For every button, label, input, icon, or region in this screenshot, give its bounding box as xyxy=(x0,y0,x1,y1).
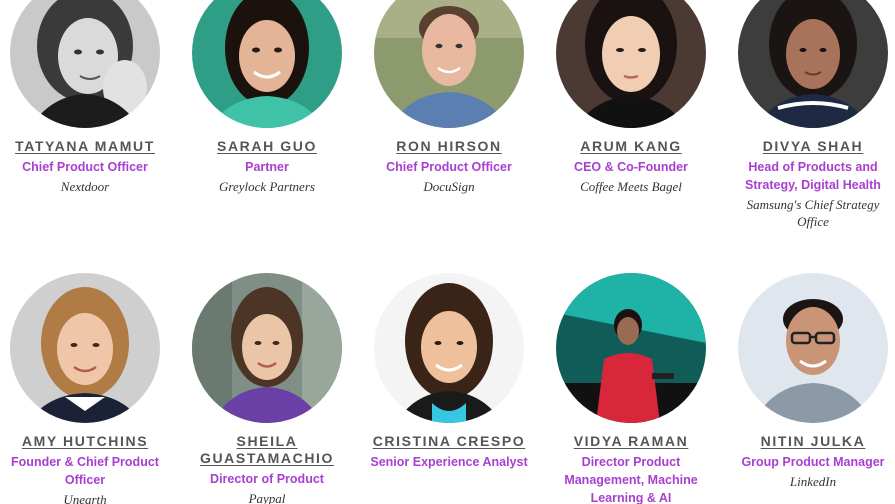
portrait-image xyxy=(10,273,160,423)
portrait-image xyxy=(556,273,706,423)
speaker-name[interactable]: DIVYA SHAH xyxy=(722,138,895,155)
speaker-photo-divya-shah[interactable] xyxy=(738,0,888,128)
speaker-photo-cristina-crespo[interactable] xyxy=(374,273,524,423)
speaker-photo-sarah-guo[interactable] xyxy=(192,0,342,128)
speaker-card-sarah-guo: SARAH GUO Partner Greylock Partners xyxy=(176,0,358,195)
speaker-role: Director of Product xyxy=(210,472,324,486)
speaker-name[interactable]: SHEILA GUASTAMACHIO xyxy=(176,433,358,467)
portrait-image xyxy=(738,0,888,128)
speaker-role: Chief Product Officer xyxy=(386,160,512,174)
portrait-image xyxy=(374,273,524,423)
speaker-card-nitin-julka: NITIN JULKA Group Product Manager Linked… xyxy=(722,273,895,490)
speaker-name[interactable]: RON HIRSON xyxy=(358,138,540,155)
portrait-image xyxy=(374,0,524,128)
portrait-image xyxy=(10,0,160,128)
speaker-photo-vidya-raman[interactable] xyxy=(556,273,706,423)
speaker-company: LinkedIn xyxy=(789,474,837,489)
speaker-card-arum-kang: ARUM KANG CEO & Co-Founder Coffee Meets … xyxy=(540,0,722,195)
speaker-photo-sheila-guastamachio[interactable] xyxy=(192,273,342,423)
speaker-name[interactable]: NITIN JULKA xyxy=(722,433,895,450)
speaker-role: Founder & Chief Product Officer xyxy=(11,455,159,487)
speaker-role: Group Product Manager xyxy=(741,455,885,469)
speaker-name[interactable]: CRISTINA CRESPO xyxy=(358,433,540,450)
speaker-company: Samsung's Chief Strategy Office xyxy=(746,197,880,229)
portrait-image xyxy=(738,273,888,423)
speaker-role: Head of Products and Strategy, Digital H… xyxy=(745,160,881,192)
speaker-role: Director Product Management, Machine Lea… xyxy=(564,455,698,504)
speaker-card-cristina-crespo: CRISTINA CRESPO Senior Experience Analys… xyxy=(358,273,540,471)
speaker-photo-amy-hutchins[interactable] xyxy=(10,273,160,423)
speaker-name[interactable]: ARUM KANG xyxy=(540,138,722,155)
speaker-card-sheila-guastamachio: SHEILA GUASTAMACHIO Director of Product … xyxy=(176,273,358,504)
speaker-company: Paypal xyxy=(248,491,286,504)
speaker-role: Senior Experience Analyst xyxy=(370,455,528,469)
speaker-photo-tatyana-mamut[interactable] xyxy=(10,0,160,128)
speakers-grid: TATYANA MAMUT Chief Product Officer Next… xyxy=(0,0,895,504)
speaker-company: Coffee Meets Bagel xyxy=(580,179,682,194)
speaker-role: Partner xyxy=(245,160,289,174)
speaker-company: Nextdoor xyxy=(60,179,110,194)
portrait-image xyxy=(192,0,342,128)
speaker-company: Unearth xyxy=(63,492,107,504)
speaker-card-amy-hutchins: AMY HUTCHINS Founder & Chief Product Off… xyxy=(0,273,176,504)
speaker-card-tatyana-mamut: TATYANA MAMUT Chief Product Officer Next… xyxy=(0,0,176,195)
portrait-image xyxy=(556,0,706,128)
speaker-name[interactable]: VIDYA RAMAN xyxy=(540,433,722,450)
speaker-photo-nitin-julka[interactable] xyxy=(738,273,888,423)
speaker-card-divya-shah: DIVYA SHAH Head of Products and Strategy… xyxy=(722,0,895,230)
speaker-card-ron-hirson: RON HIRSON Chief Product Officer DocuSig… xyxy=(358,0,540,195)
speaker-company: DocuSign xyxy=(423,179,475,194)
speaker-role: Chief Product Officer xyxy=(22,160,148,174)
speaker-role: CEO & Co-Founder xyxy=(574,160,688,174)
speaker-name[interactable]: SARAH GUO xyxy=(176,138,358,155)
speaker-company: Greylock Partners xyxy=(219,179,315,194)
speaker-name[interactable]: AMY HUTCHINS xyxy=(0,433,176,450)
speaker-photo-arum-kang[interactable] xyxy=(556,0,706,128)
speaker-card-vidya-raman: VIDYA RAMAN Director Product Management,… xyxy=(540,273,722,504)
portrait-image xyxy=(192,273,342,423)
speaker-name[interactable]: TATYANA MAMUT xyxy=(0,138,176,155)
speaker-photo-ron-hirson[interactable] xyxy=(374,0,524,128)
